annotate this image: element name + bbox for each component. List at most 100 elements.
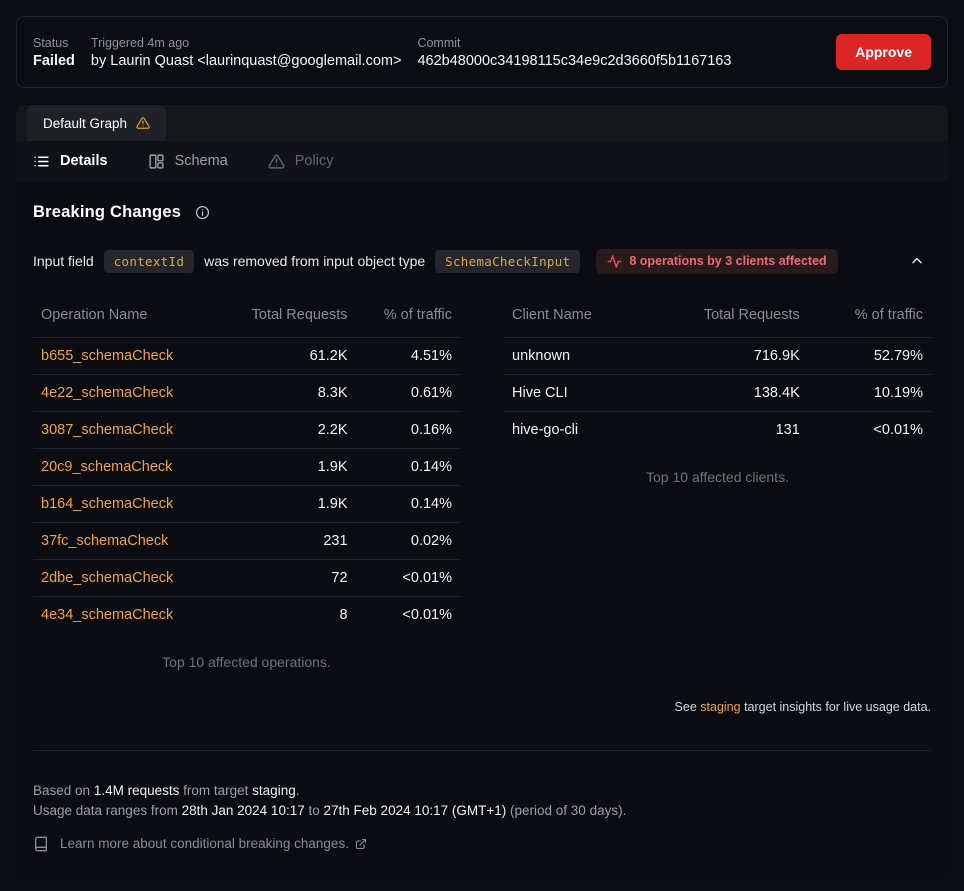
summary-text: Usage data ranges from xyxy=(33,803,178,818)
book-icon xyxy=(33,836,49,852)
table-row: 4e22_schemaCheck8.3K0.61% xyxy=(33,375,460,412)
table-row: 4e34_schemaCheck8<0.01% xyxy=(33,597,460,634)
value-cell: 52.79% xyxy=(808,338,931,375)
check-status-card: Status Failed Triggered 4m ago by Laurin… xyxy=(16,16,948,88)
clients-table: Client Name Total Requests % of traffic … xyxy=(504,303,931,449)
summary-text: to xyxy=(308,803,319,818)
affected-operations-badge[interactable]: 8 operations by 3 clients affected xyxy=(596,249,837,274)
triggered-column: Triggered 4m ago by Laurin Quast <laurin… xyxy=(91,36,402,69)
tab-details[interactable]: Details xyxy=(33,153,108,170)
value-cell: 131 xyxy=(644,412,808,449)
usage-tables: Operation Name Total Requests % of traff… xyxy=(33,303,931,676)
info-icon[interactable] xyxy=(195,205,210,220)
column-header: Total Requests xyxy=(217,303,356,338)
breaking-changes-header: Breaking Changes xyxy=(33,203,931,222)
range-start-date: 28th Jan 2024 10:17 xyxy=(182,803,305,818)
value-cell: 61.2K xyxy=(217,338,356,375)
insights-note-prefix: See xyxy=(675,700,697,714)
graph-tab-label: Default Graph xyxy=(43,116,127,131)
usage-summary-line1: Based on 1.4M requests from target stagi… xyxy=(33,781,931,801)
table-row: unknown716.9K52.79% xyxy=(504,338,931,375)
clients-table-caption: Top 10 affected clients. xyxy=(504,463,931,491)
column-header: Operation Name xyxy=(33,303,217,338)
usage-summary-line2: Usage data ranges from 28th Jan 2024 10:… xyxy=(33,801,931,821)
requests-count: 1.4M requests xyxy=(94,783,180,798)
collapse-change-button[interactable] xyxy=(903,247,931,275)
tab-policy[interactable]: Policy xyxy=(268,153,334,170)
learn-more-link[interactable]: Learn more about conditional breaking ch… xyxy=(60,836,367,851)
value-cell: 0.02% xyxy=(356,523,460,560)
affected-badge-label: 8 operations by 3 clients affected xyxy=(629,254,826,268)
column-header: Client Name xyxy=(504,303,644,338)
table-row: b655_schemaCheck 61.2K4.51% xyxy=(33,338,460,375)
insights-note-suffix: target insights for live usage data. xyxy=(744,700,931,714)
table-header-row: Client Name Total Requests % of traffic xyxy=(504,303,931,338)
value-cell: 1.9K xyxy=(217,449,356,486)
name-cell: 20c9_schemaCheck xyxy=(33,449,217,486)
operations-table-block: Operation Name Total Requests % of traff… xyxy=(33,303,460,676)
tab-details-label: Details xyxy=(60,153,108,169)
value-cell: 10.19% xyxy=(808,375,931,412)
name-cell: b655_schemaCheck xyxy=(33,338,217,375)
status-value: Failed xyxy=(33,53,75,69)
value-cell: <0.01% xyxy=(356,560,460,597)
summary-text: . xyxy=(296,783,300,798)
table-row: Hive CLI138.4K10.19% xyxy=(504,375,931,412)
details-content: Breaking Changes Input field contextId w… xyxy=(16,181,948,875)
commit-hash: 462b48000c34198115c34e9c2d3660f5b1167163 xyxy=(417,53,731,69)
tab-default-graph[interactable]: Default Graph xyxy=(27,105,166,141)
approve-button[interactable]: Approve xyxy=(836,34,931,70)
change-text-middle: was removed from input object type xyxy=(204,253,425,269)
tab-schema[interactable]: Schema xyxy=(148,153,228,170)
external-link-icon xyxy=(355,838,367,850)
value-cell: 2.2K xyxy=(217,412,356,449)
learn-more-row: Learn more about conditional breaking ch… xyxy=(33,836,931,852)
name-cell: Hive CLI xyxy=(504,375,644,412)
table-row: 2dbe_schemaCheck 72<0.01% xyxy=(33,560,460,597)
table-row: 3087_schemaCheck2.2K0.16% xyxy=(33,412,460,449)
warning-triangle-icon xyxy=(136,116,150,130)
value-cell: 716.9K xyxy=(644,338,808,375)
operation-link[interactable]: b164_schemaCheck xyxy=(41,496,173,512)
staging-target-link[interactable]: staging xyxy=(700,700,740,714)
graph-tab-strip: Default Graph xyxy=(16,105,948,141)
breaking-change-item: Input field contextId was removed from i… xyxy=(33,247,931,275)
operation-link[interactable]: b655_schemaCheck xyxy=(41,348,173,364)
column-header: % of traffic xyxy=(356,303,460,338)
operation-link[interactable]: 3087_schemaCheck xyxy=(41,422,173,438)
summary-text: Based on xyxy=(33,783,90,798)
type-code-pill[interactable]: SchemaCheckInput xyxy=(435,250,580,273)
column-header: Total Requests xyxy=(644,303,808,338)
operation-link[interactable]: 20c9_schemaCheck xyxy=(41,459,172,475)
table-row: 20c9_schemaCheck1.9K0.14% xyxy=(33,449,460,486)
operation-link[interactable]: 2dbe_schemaCheck xyxy=(41,570,173,586)
operation-link[interactable]: 37fc_schemaCheck xyxy=(41,533,168,549)
table-row: 37fc_schemaCheck2310.02% xyxy=(33,523,460,560)
summary-text: from target xyxy=(183,783,248,798)
table-header-row: Operation Name Total Requests % of traff… xyxy=(33,303,460,338)
check-detail-panel: Default Graph Details xyxy=(16,105,948,875)
name-cell: unknown xyxy=(504,338,644,375)
learn-more-label: Learn more about conditional breaking ch… xyxy=(60,836,349,851)
field-code-pill[interactable]: contextId xyxy=(104,250,194,273)
table-row: b164_schemaCheck1.9K0.14% xyxy=(33,486,460,523)
name-cell: 3087_schemaCheck xyxy=(33,412,217,449)
usage-summary: Based on 1.4M requests from target stagi… xyxy=(33,781,931,821)
value-cell: 0.61% xyxy=(356,375,460,412)
operations-table-caption: Top 10 affected operations. xyxy=(33,648,460,676)
chevron-up-icon xyxy=(909,253,925,269)
commit-label: Commit xyxy=(417,36,731,50)
value-cell: 4.51% xyxy=(356,338,460,375)
value-cell: <0.01% xyxy=(356,597,460,634)
warning-triangle-icon xyxy=(268,153,285,170)
operation-link[interactable]: 4e34_schemaCheck xyxy=(41,607,173,623)
name-cell: 4e22_schemaCheck xyxy=(33,375,217,412)
target-name: staging xyxy=(252,783,296,798)
name-cell: 37fc_schemaCheck xyxy=(33,523,217,560)
pulse-icon xyxy=(607,254,622,269)
name-cell: hive-go-cli xyxy=(504,412,644,449)
operation-link[interactable]: 4e22_schemaCheck xyxy=(41,385,173,401)
value-cell: 72 xyxy=(217,560,356,597)
insights-note: See staging target insights for live usa… xyxy=(33,700,931,714)
value-cell: 1.9K xyxy=(217,486,356,523)
